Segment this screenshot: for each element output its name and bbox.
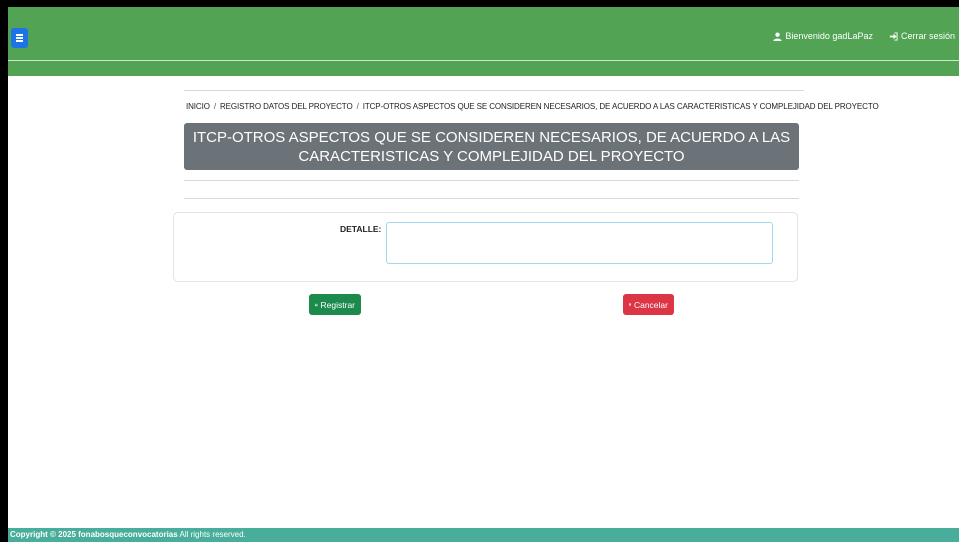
navbar-lower-strip bbox=[8, 61, 959, 76]
logout-link[interactable]: Cerrar sesión bbox=[889, 31, 955, 41]
breadcrumb-separator: / bbox=[213, 102, 216, 111]
footer: Copyright © 2025 fonabosqueconvocatorias… bbox=[8, 528, 959, 542]
sidebar-toggle-button[interactable] bbox=[11, 28, 28, 48]
trash-icon bbox=[629, 303, 631, 306]
user-welcome-label: Bienvenido gadLaPaz bbox=[785, 31, 873, 41]
divider bbox=[184, 90, 804, 91]
registrar-label: Registrar bbox=[320, 299, 355, 310]
breadcrumb-separator: / bbox=[356, 102, 359, 111]
window-frame-top bbox=[0, 0, 959, 7]
breadcrumb-item-current: ITCP-OTROS ASPECTOS QUE SE CONSIDEREN NE… bbox=[362, 102, 879, 111]
user-area: Bienvenido gadLaPaz Cerrar sesión bbox=[773, 31, 955, 41]
window-frame-left bbox=[0, 0, 8, 542]
save-icon bbox=[315, 303, 318, 306]
top-navbar: Bienvenido gadLaPaz Cerrar sesión bbox=[8, 7, 959, 61]
detalle-textarea[interactable] bbox=[386, 222, 773, 264]
user-profile-link[interactable]: Bienvenido gadLaPaz bbox=[773, 31, 873, 41]
footer-copyright-rest: All rights reserved. bbox=[177, 530, 246, 539]
breadcrumb: INICIO / REGISTRO DATOS DEL PROYECTO / ITCP-… bbox=[186, 102, 879, 111]
logout-label: Cerrar sesión bbox=[900, 31, 955, 41]
user-icon bbox=[773, 32, 782, 41]
footer-copyright-bold: Copyright © 2025 fonabosqueconvocatorias bbox=[10, 530, 178, 539]
sign-out-icon bbox=[889, 31, 898, 41]
detalle-label: DETALLE: bbox=[340, 224, 382, 234]
divider bbox=[184, 180, 799, 181]
breadcrumb-item-registro[interactable]: REGISTRO DATOS DEL PROYECTO bbox=[220, 102, 353, 111]
hamburger-icon bbox=[16, 34, 23, 42]
cancelar-label: Cancelar bbox=[633, 299, 668, 310]
registrar-button[interactable]: Registrar bbox=[309, 294, 361, 315]
breadcrumb-item-inicio[interactable]: INICIO bbox=[186, 102, 210, 111]
cancelar-button[interactable]: Cancelar bbox=[623, 294, 674, 315]
divider bbox=[184, 198, 799, 199]
page-title: ITCP-OTROS ASPECTOS QUE SE CONSIDEREN NE… bbox=[184, 123, 799, 170]
